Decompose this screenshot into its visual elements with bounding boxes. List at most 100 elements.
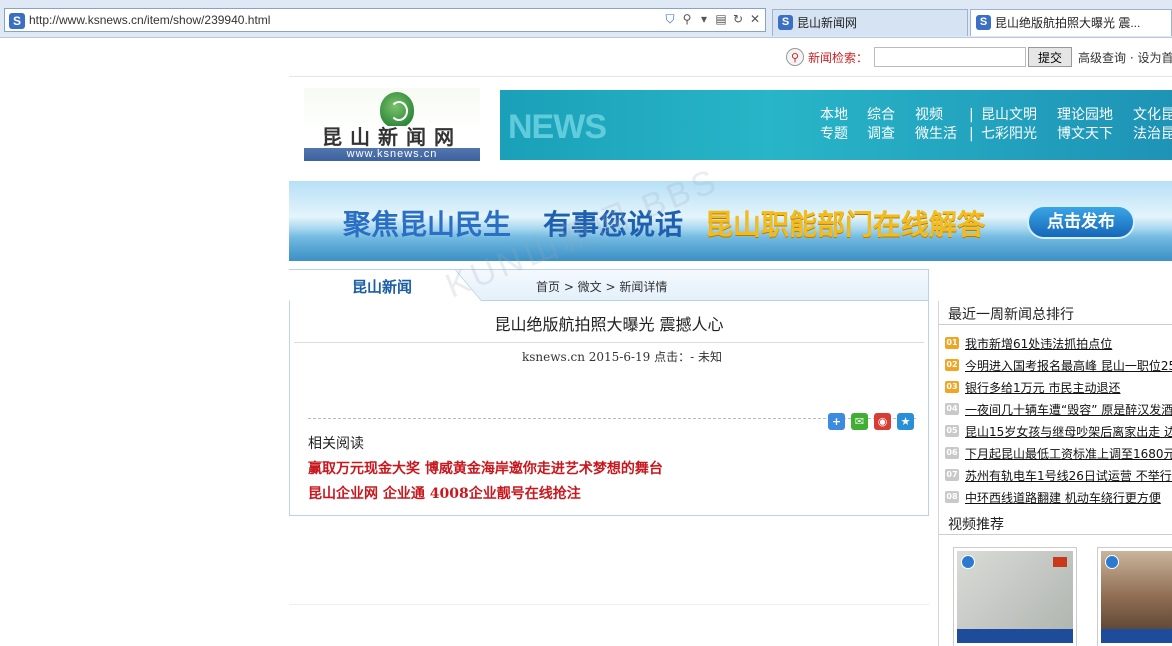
rank-heading: 最近一周新闻总排行 (948, 307, 1074, 323)
refresh-icon[interactable]: ↻ (732, 12, 744, 27)
search-icon[interactable]: ⚲ (681, 12, 693, 27)
nav-item-general[interactable]: 综合 (867, 106, 915, 125)
nav-item-law[interactable]: 法治昆 (1133, 125, 1172, 144)
video-thumbs (939, 547, 1172, 646)
rank-number: 04 (945, 403, 959, 415)
article-title: 昆山绝版航拍照大曝光 震撼人心 (494, 315, 724, 334)
list-item[interactable]: 01 我市新增61处违法抓拍点位 (939, 332, 1172, 354)
related-heading: 相关阅读 (308, 436, 364, 452)
rank-link[interactable]: 我市新增61处违法抓拍点位 (965, 335, 1112, 352)
nav-item-sunshine[interactable]: 七彩阳光 (981, 125, 1057, 144)
nav-item-local[interactable]: 本地 (820, 106, 867, 125)
video-thumb[interactable] (1097, 547, 1172, 646)
list-item[interactable]: 02 今明进入国考报名最高峰 昆山一职位25 (939, 354, 1172, 376)
related-link[interactable]: 赢取万元现金大奖 博威黄金海岸邀你走进艺术梦想的舞台 (308, 458, 663, 478)
rank-link[interactable]: 下月起昆山最低工资标准上调至1680元 (965, 445, 1172, 462)
search-label: 新闻检索： (808, 50, 869, 65)
rank-link[interactable]: 一夜间几十辆车遭“毁容” 原是醉汉发酒疯 (965, 401, 1172, 418)
tab-article[interactable]: S 昆山绝版航拍照大曝光 震... (970, 9, 1172, 36)
nav-row-2: 专题 调查 微生活 | 七彩阳光 博文天下 法治昆 (820, 125, 1172, 144)
caption-bar (957, 629, 1073, 643)
share-divider (308, 418, 916, 419)
list-item[interactable]: 08 中环西线道路翻建 机动车绕行更方便 (939, 486, 1172, 508)
tab-favicon-icon: S (976, 15, 991, 30)
list-item[interactable]: 05 昆山15岁女孩与继母吵架后离家出走 边 (939, 420, 1172, 442)
shield-icon[interactable]: ⛉ (664, 12, 676, 27)
rank-link[interactable]: 昆山15岁女孩与继母吵架后离家出走 边 (965, 423, 1172, 440)
promo-banner[interactable]: 聚焦昆山民生 有事您说话 昆山职能部门在线解答 点击发布 (289, 181, 1172, 261)
rank-number: 01 (945, 337, 959, 349)
rank-link[interactable]: 中环西线道路翻建 机动车绕行更方便 (965, 489, 1161, 506)
site-favicon-icon: S (9, 13, 25, 29)
news-search-bar: ⚲ 新闻检索： 提交 高级查询 · 设为首页 (786, 46, 1172, 68)
address-tools: ⛉ ⚲ ▾ ▤ ↻ ✕ (664, 12, 761, 27)
list-item[interactable]: 04 一夜间几十辆车遭“毁容” 原是醉汉发酒疯 (939, 398, 1172, 420)
tab-ksnews-home[interactable]: S 昆山新闻网 (772, 9, 968, 36)
rank-number: 02 (945, 359, 959, 371)
rank-number: 06 (945, 447, 959, 459)
list-item[interactable]: 03 银行多给1万元 市民主动退还 (939, 376, 1172, 398)
browser-chrome: S http://www.ksnews.cn/item/show/239940.… (0, 0, 1172, 38)
channel-tab[interactable]: 昆山新闻 (352, 276, 412, 297)
article-panel: 昆山新闻 首页 > 微文 > 新闻详情 昆山绝版航拍照大曝光 震撼人心 ksne… (263, 269, 929, 516)
tab-title: 昆山绝版航拍照大曝光 震... (995, 16, 1141, 30)
video-thumb[interactable] (953, 547, 1077, 646)
nav-item-microlife[interactable]: 微生活 (915, 125, 969, 144)
logo-leaf-icon (380, 92, 414, 128)
share-bar: + ✉ ◉ ★ (828, 413, 914, 430)
nav-separator: | (969, 126, 974, 142)
advanced-search-links[interactable]: 高级查询 · 设为首页 (1078, 49, 1172, 66)
share-plus-icon[interactable]: + (828, 413, 845, 430)
qzone-icon[interactable]: ★ (897, 413, 914, 430)
news-badge: NEWS (508, 108, 607, 146)
rank-number: 07 (945, 469, 959, 481)
nav-separator: | (969, 107, 974, 123)
tab-favicon-icon: S (778, 15, 793, 30)
rank-number: 05 (945, 425, 959, 437)
wechat-icon[interactable]: ✉ (851, 413, 868, 430)
video-header: 视频推荐 (939, 511, 1172, 535)
related-link[interactable]: 昆山企业网 企业通 4008企业靓号在线抢注 (308, 483, 581, 503)
video-badge-icon (1053, 557, 1067, 567)
sidebar: 最近一周新闻总排行 01 我市新增61处违法抓拍点位 02 今明进入国考报名最高峰 … (938, 301, 1172, 646)
divider (289, 76, 1172, 77)
nav-item-survey[interactable]: 调查 (867, 125, 915, 144)
compat-view-icon[interactable]: ▤ (715, 12, 727, 27)
caption-bar (1101, 629, 1172, 643)
rank-header: 最近一周新闻总排行 (939, 301, 1172, 325)
address-url[interactable]: http://www.ksnews.cn/item/show/239940.ht… (29, 13, 270, 27)
article-meta: ksnews.cn 2015-6-19 点击：- 未知 (522, 350, 723, 364)
nav-row-1: 本地 综合 视频 | 昆山文明 理论园地 文化昆 (820, 106, 1172, 125)
submit-button[interactable]: 提交 (1028, 47, 1073, 67)
article-panel-header: 昆山新闻 首页 > 微文 > 新闻详情 (263, 270, 928, 301)
weibo-icon[interactable]: ◉ (874, 413, 891, 430)
nav-item-theory[interactable]: 理论园地 (1057, 106, 1133, 125)
video-thumbnail-meeting (1101, 551, 1172, 643)
banner-text-focus: 聚焦昆山民生 (343, 208, 512, 241)
nav-item-video[interactable]: 视频 (915, 106, 969, 125)
video-heading: 视频推荐 (948, 517, 1004, 533)
list-item[interactable]: 07 苏州有轨电车1号线26日试运营 不举行通 (939, 464, 1172, 486)
nav-item-civilization[interactable]: 昆山文明 (981, 106, 1057, 125)
station-logo-icon (1105, 555, 1119, 569)
breadcrumb[interactable]: 首页 > 微文 > 新闻详情 (536, 278, 667, 295)
rank-link[interactable]: 苏州有轨电车1号线26日试运营 不举行通 (965, 467, 1172, 484)
video-thumbnail-map (957, 551, 1073, 643)
dropdown-icon[interactable]: ▾ (698, 12, 710, 27)
news-search-input[interactable] (874, 47, 1027, 67)
rank-number: 08 (945, 491, 959, 503)
rank-link[interactable]: 银行多给1万元 市民主动退还 (965, 379, 1120, 396)
list-item[interactable]: 06 下月起昆山最低工资标准上调至1680元 (939, 442, 1172, 464)
rank-link[interactable]: 今明进入国考报名最高峰 昆山一职位25 (965, 357, 1172, 374)
magnifier-icon: ⚲ (786, 48, 804, 66)
divider (289, 604, 929, 605)
nav-item-special[interactable]: 专题 (820, 125, 867, 144)
close-icon[interactable]: ✕ (749, 12, 761, 27)
publish-button[interactable]: 点击发布 (1027, 205, 1135, 239)
nav-item-culture[interactable]: 文化昆 (1133, 106, 1172, 125)
address-bar[interactable]: S http://www.ksnews.cn/item/show/239940.… (4, 8, 766, 32)
nav-item-blogs[interactable]: 博文天下 (1057, 125, 1133, 144)
site-logo[interactable]: 昆山新闻网 www.ksnews.cn (304, 88, 480, 161)
rank-number: 03 (945, 381, 959, 393)
logo-url: www.ksnews.cn (346, 148, 438, 160)
